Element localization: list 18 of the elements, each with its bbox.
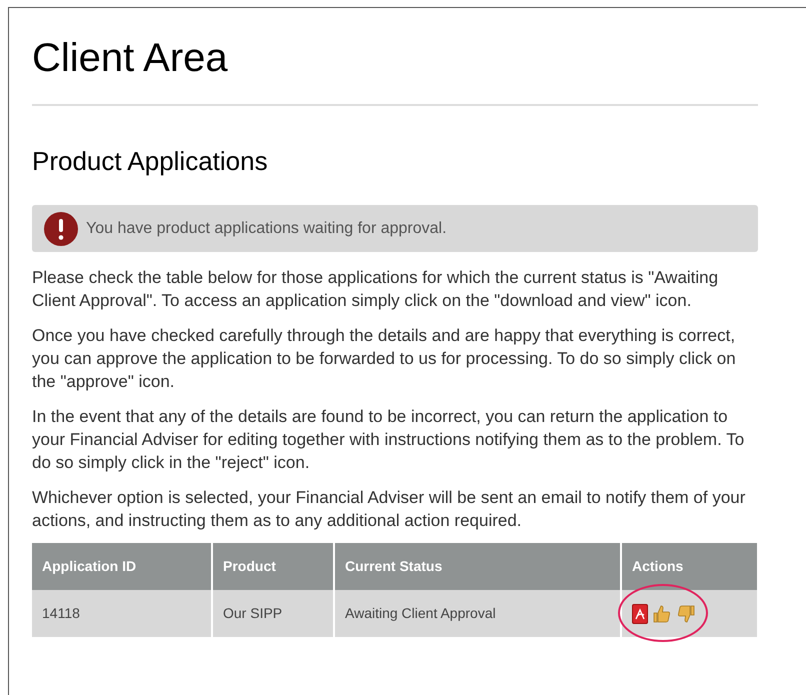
- column-header: Product: [212, 543, 334, 590]
- column-header: Actions: [621, 543, 757, 590]
- instruction-paragraph: In the event that any of the details are found to be incorrect, you can return the application to your Financial Adviser for editing together with instructions notifying them as to the problem. To do so simply click in the "reject" icon.: [32, 406, 746, 474]
- exclamation-icon: [44, 212, 78, 246]
- alert-text: You have product applications waiting for approval.: [86, 218, 447, 238]
- instruction-paragraph: Whichever option is selected, your Financial Adviser will be sent an email to notify them of your actions, and instructing them as to any additional action required.: [32, 487, 746, 532]
- column-header: Current Status: [334, 543, 621, 590]
- section-title: Product Applications: [32, 145, 269, 178]
- thumbs-up-icon[interactable]: [652, 604, 672, 624]
- column-header: Application ID: [32, 543, 212, 590]
- table-cell: Our SIPP: [212, 590, 334, 637]
- table-cell: Awaiting Client Approval: [334, 590, 621, 637]
- table-cell: 14118: [32, 590, 212, 637]
- instruction-paragraph: Please check the table below for those applications for which the current status is "Awaiting Client Approval". To access an application simply click on the "download and view" icon.: [32, 267, 720, 312]
- thumbs-down-icon[interactable]: [676, 604, 696, 624]
- pdf-file-icon[interactable]: [632, 604, 648, 624]
- instruction-paragraph: Once you have checked carefully through the details and are happy that everything is correct, you can approve the application to be forwarded to us for processing. To do so simply click on the "approve" icon.: [32, 325, 737, 393]
- page-title: Client Area: [32, 35, 229, 82]
